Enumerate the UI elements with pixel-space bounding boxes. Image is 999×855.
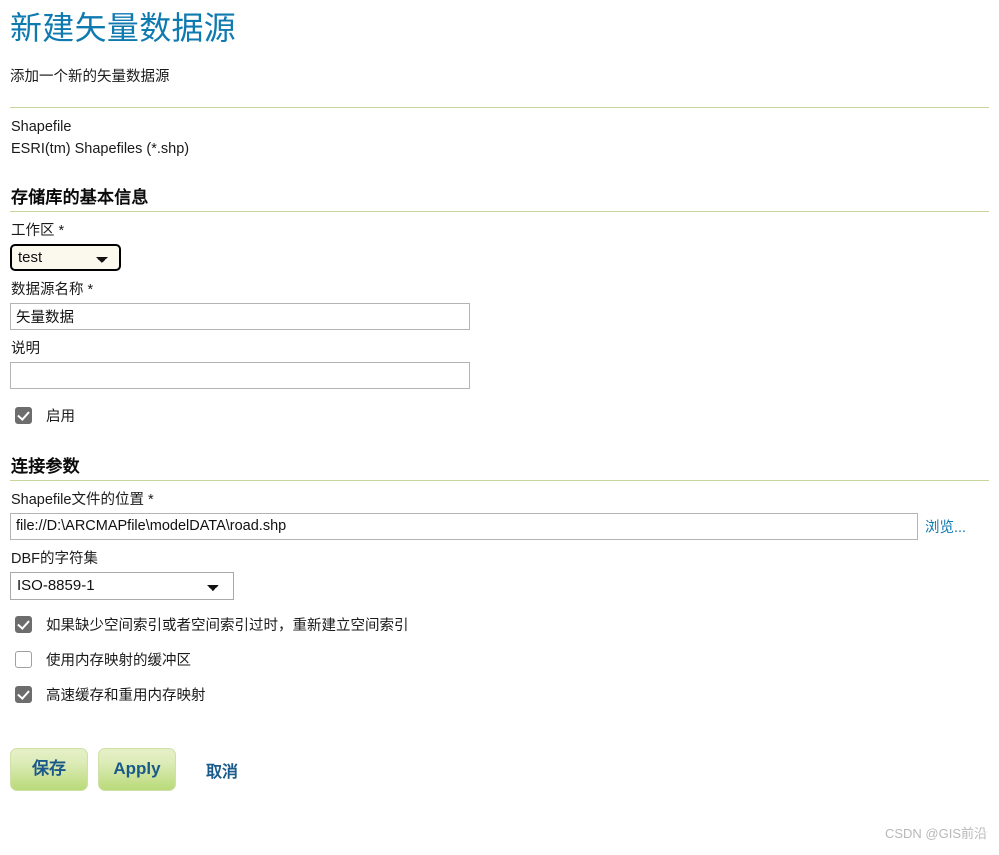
cache-reuse-memory-maps-label: 高速缓存和重用内存映射 [46,687,206,704]
shapefile-location-row: 浏览... [10,512,989,540]
rebuild-spatial-index-label: 如果缺少空间索引或者空间索引过时，重新建立空间索引 [46,617,409,634]
dbf-charset-label: DBF的字符集 [11,550,98,567]
shapefile-location-label: Shapefile文件的位置 * [11,488,989,509]
dbf-charset-select[interactable]: ISO-8859-1 [10,571,234,600]
workspace-required-mark: * [58,222,65,239]
datasource-name-label-text: 数据源名称 [11,281,84,298]
enabled-checkbox-label: 启用 [46,408,75,425]
datasource-name-field: 数据源名称 * [10,278,989,330]
workspace-field: 工作区 * test [10,219,989,271]
cache-reuse-memory-maps-checkbox[interactable] [15,685,32,703]
rebuild-spatial-index-checkbox[interactable] [15,615,32,633]
button-bar: 保存 Apply 取消 [10,747,989,793]
connection-params-section: 连接参数 Shapefile文件的位置 * 浏览... DBF的字符集 ISO-… [10,452,989,705]
shapefile-location-input[interactable] [10,512,918,540]
page-title: 新建矢量数据源 [10,10,237,46]
shapefile-location-label-text: Shapefile文件的位置 [11,491,144,508]
connection-params-heading: 连接参数 [11,456,80,476]
watermark: CSDN @GIS前沿 [884,826,987,841]
cancel-button[interactable]: 取消 [194,747,250,793]
rebuild-spatial-index-row[interactable]: 如果缺少空间索引或者空间索引过时，重新建立空间索引 [10,614,989,635]
basic-info-underline [10,210,989,212]
browse-link[interactable]: 浏览... [925,516,966,537]
new-vector-datasource-page: 新建矢量数据源 添加一个新的矢量数据源 Shapefile ESRI(tm) S… [0,10,999,793]
description-input[interactable] [10,361,470,389]
cache-reuse-memory-maps-row[interactable]: 高速缓存和重用内存映射 [10,684,989,705]
description-label: 说明 [11,340,40,357]
connection-params-underline [10,479,989,481]
basic-info-section: 存储库的基本信息 工作区 * test 数据源名称 * 说明 启用 [10,183,989,426]
memory-mapped-buffer-checkbox[interactable] [15,650,32,668]
workspace-label: 工作区 * [11,219,989,240]
shapefile-location-required-mark: * [148,491,154,508]
apply-button[interactable]: Apply [98,748,176,792]
save-button[interactable]: 保存 [10,748,88,792]
basic-info-heading: 存储库的基本信息 [11,187,149,207]
memory-mapped-buffer-row[interactable]: 使用内存映射的缓冲区 [10,649,989,670]
datasource-name-label: 数据源名称 * [11,278,989,299]
datasource-name-input[interactable] [10,302,470,330]
enabled-checkbox-row[interactable]: 启用 [10,405,989,426]
workspace-label-text: 工作区 [11,222,55,239]
page-subtitle: 添加一个新的矢量数据源 [10,68,170,85]
enabled-checkbox[interactable] [15,406,32,424]
datasource-name-required-mark: * [87,281,94,298]
memory-mapped-buffer-label: 使用内存映射的缓冲区 [46,652,191,669]
workspace-select[interactable]: test [10,243,121,271]
header-divider [10,106,989,108]
shapefile-location-field: Shapefile文件的位置 * 浏览... [10,488,989,540]
format-name: Shapefile [11,118,72,135]
description-field: 说明 [10,337,989,389]
dbf-charset-field: DBF的字符集 ISO-8859-1 [10,547,989,600]
format-description: ESRI(tm) Shapefiles (*.shp) [11,140,190,157]
